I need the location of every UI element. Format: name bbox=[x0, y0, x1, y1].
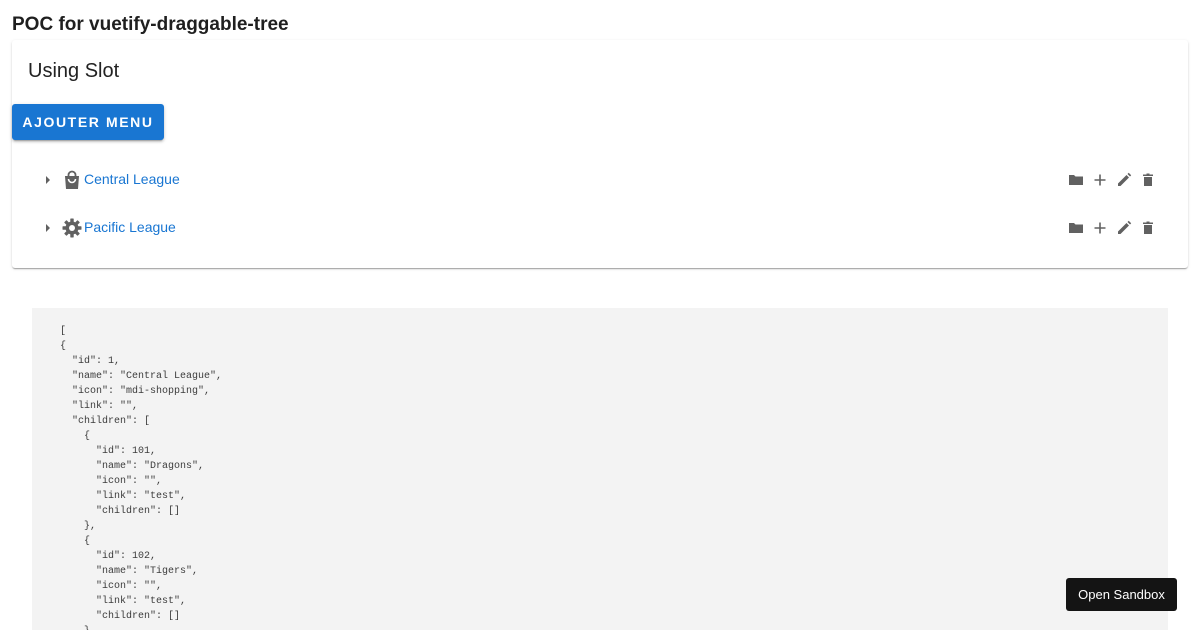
tree-item-label[interactable]: Pacific League bbox=[84, 219, 176, 235]
expand-arrow-icon[interactable] bbox=[40, 172, 56, 188]
folder-icon[interactable] bbox=[1064, 168, 1088, 192]
pencil-icon[interactable] bbox=[1112, 216, 1136, 240]
plus-icon[interactable] bbox=[1088, 216, 1112, 240]
open-sandbox-button[interactable]: Open Sandbox bbox=[1066, 578, 1177, 611]
gear-icon bbox=[60, 216, 84, 240]
pencil-icon[interactable] bbox=[1112, 168, 1136, 192]
shopping-bag-icon bbox=[60, 168, 84, 192]
card-title: Using Slot bbox=[28, 60, 120, 82]
folder-icon[interactable] bbox=[1064, 216, 1088, 240]
row-actions bbox=[1064, 216, 1160, 240]
trash-icon[interactable] bbox=[1136, 168, 1160, 192]
plus-icon[interactable] bbox=[1088, 168, 1112, 192]
json-output-text: [ { "id": 1, "name": "Central League", "… bbox=[60, 326, 223, 630]
tree-card: Using Slot Ajouter menu Central League bbox=[12, 40, 1188, 268]
add-menu-button[interactable]: Ajouter menu bbox=[12, 104, 164, 140]
tree-item-pacific-league[interactable]: Pacific League bbox=[12, 204, 1188, 252]
row-actions bbox=[1064, 168, 1160, 192]
page-title: POC for vuetify-draggable-tree bbox=[12, 14, 289, 35]
json-output-block: [ { "id": 1, "name": "Central League", "… bbox=[32, 308, 1168, 630]
tree-item-central-league[interactable]: Central League bbox=[12, 156, 1188, 204]
expand-arrow-icon[interactable] bbox=[40, 220, 56, 236]
trash-icon[interactable] bbox=[1136, 216, 1160, 240]
tree-item-label[interactable]: Central League bbox=[84, 171, 180, 187]
